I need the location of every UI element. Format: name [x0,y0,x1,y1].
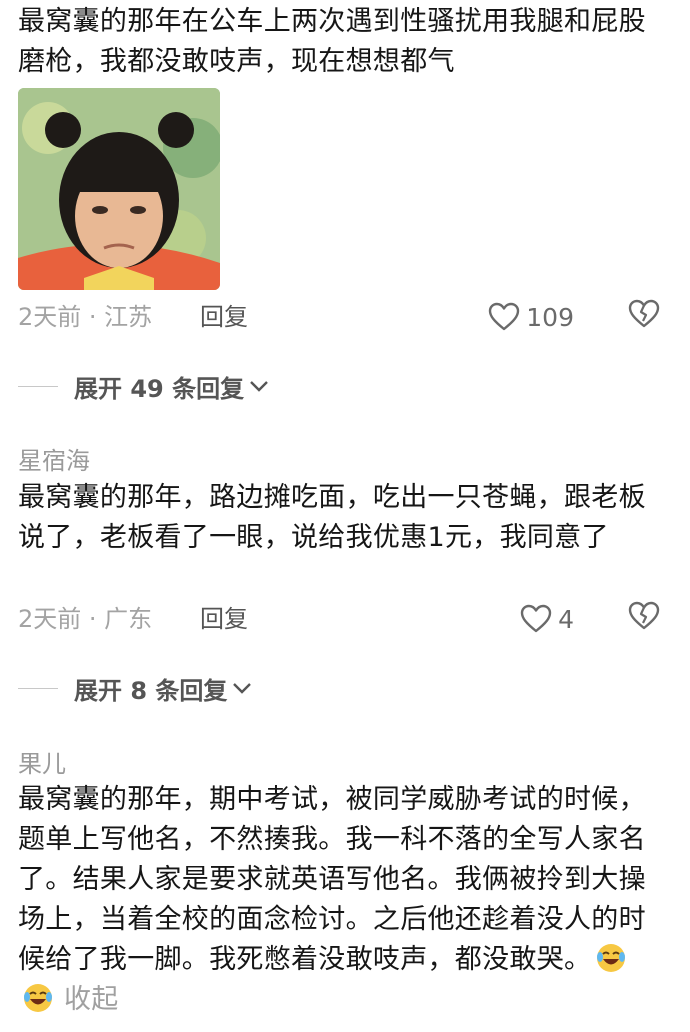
like-button[interactable]: 4 [520,603,574,635]
collapse-button[interactable]: 收起 [64,984,119,1015]
like-button[interactable]: 109 [488,301,574,333]
comment-meta-row: 2天前 · 广东 回复 4 [18,599,660,639]
reply-button[interactable]: 回复 [200,599,248,639]
comment-text: 最窝囊的那年在公车上两次遇到性骚扰用我腿和屁股磨枪，我都没敢吱声，现在想想都气 [18,6,646,77]
laughing-crying-emoji [22,982,54,1014]
broken-heart-icon [628,601,660,630]
comment-meta: 2天前 · 江苏 [18,303,153,331]
like-count: 109 [526,302,574,332]
expand-replies[interactable]: 展开 49 条回复 [18,366,270,406]
divider [18,385,58,387]
username[interactable]: 果儿 [18,744,66,779]
comment-text: 最窝囊的那年，期中考试，被同学威胁考试的时候，题单上写他名，不然揍我。我一科不落… [18,780,658,1020]
reply-button[interactable]: 回复 [200,297,248,337]
comment-text: 最窝囊的那年，路边摊吃面，吃出一只苍蝇，跟老板说了，老板看了一眼，说给我优惠1元… [18,482,646,553]
comment-meta: 2天前 · 广东 [18,605,153,633]
comment-meta-row: 2天前 · 江苏 回复 109 [18,297,660,337]
chevron-down-icon [233,683,252,694]
dislike-button[interactable] [628,299,660,333]
sticker-image[interactable] [18,88,220,290]
divider [18,687,58,689]
broken-heart-icon [628,299,660,328]
heart-outline-icon [520,604,552,633]
expand-replies-label: 展开 8 条回复 [74,676,228,705]
expand-replies[interactable]: 展开 8 条回复 [18,668,253,708]
chevron-down-icon [250,381,268,392]
comment-body: 最窝囊的那年，期中考试，被同学威胁考试的时候，题单上写他名，不然揍我。我一科不落… [18,784,646,975]
username[interactable]: 星宿海 [18,441,90,476]
laughing-crying-emoji [595,942,627,974]
heart-outline-icon [489,302,520,331]
dislike-button[interactable] [628,601,660,635]
expand-replies-label: 展开 49 条回复 [74,374,245,403]
like-count: 4 [558,604,574,634]
